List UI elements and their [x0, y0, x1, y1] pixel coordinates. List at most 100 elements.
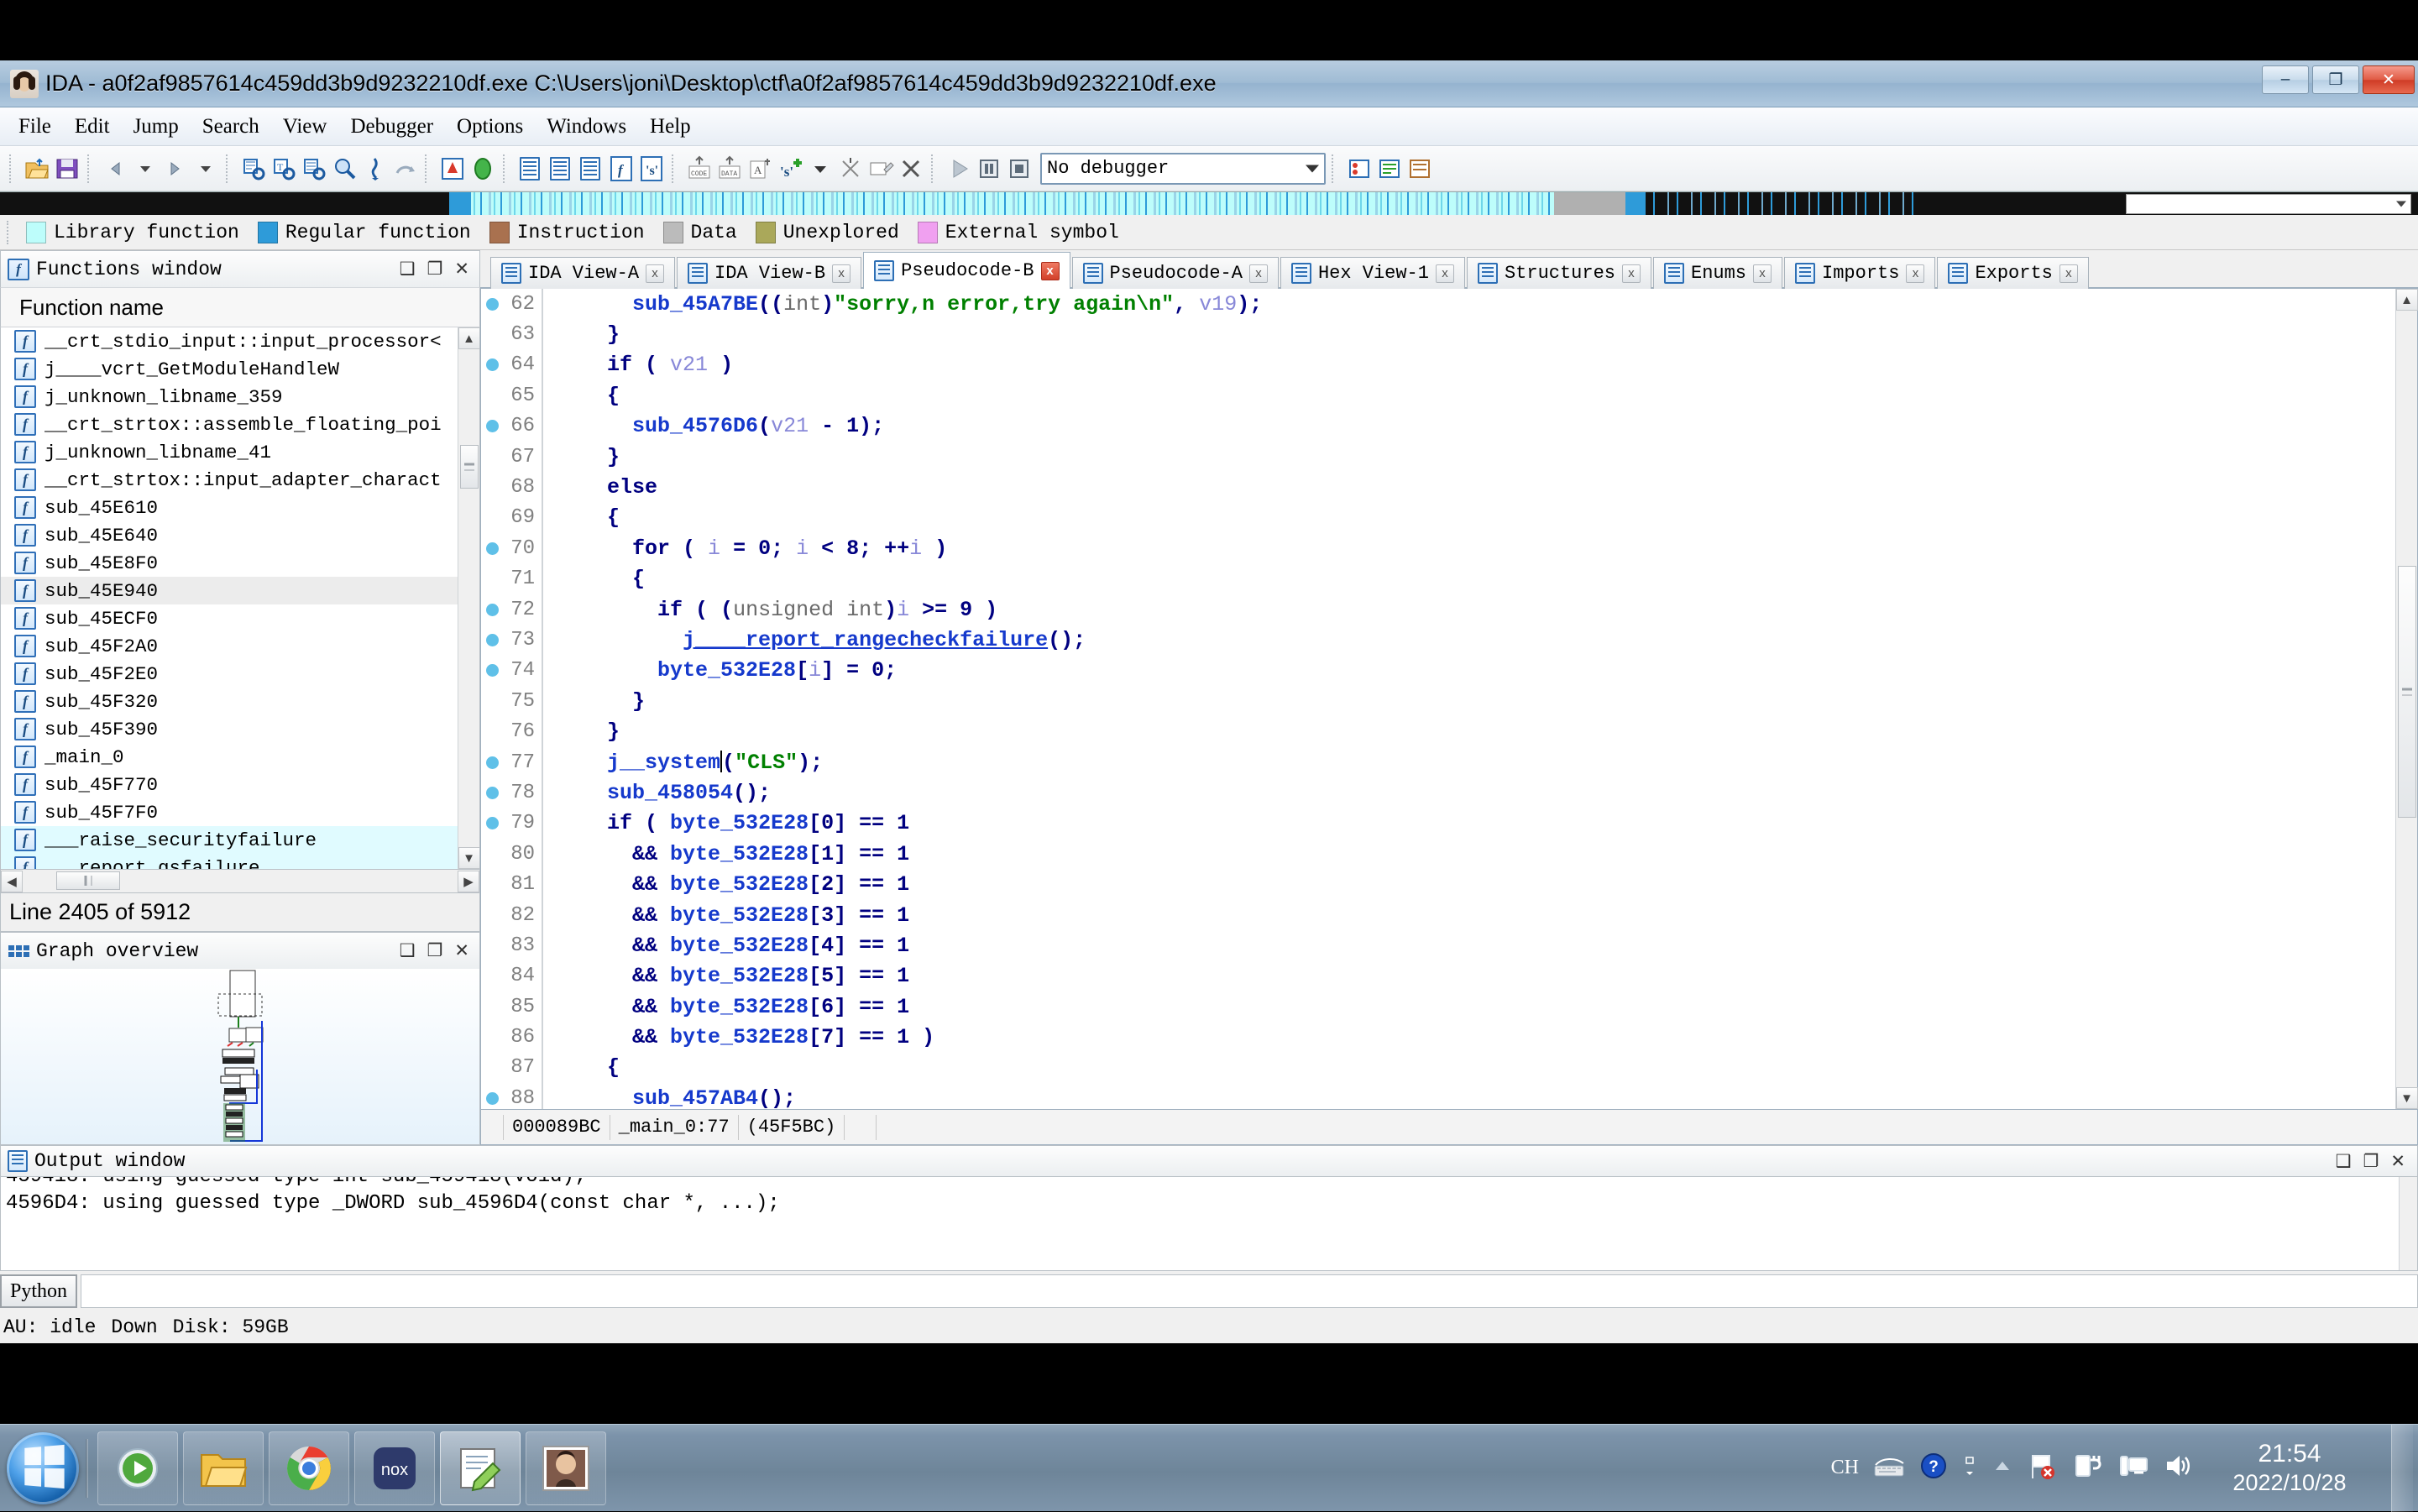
function-list-item[interactable]: f__crt_strtox::input_adapter_charact	[1, 466, 458, 494]
menu-file[interactable]: File	[7, 112, 63, 142]
graph-overview-canvas[interactable]	[0, 969, 480, 1145]
navband-jump-box[interactable]	[2126, 194, 2411, 214]
functions-scroll-left-icon[interactable]: ◀	[1, 871, 23, 892]
ime-indicator[interactable]: CH	[1831, 1457, 1859, 1479]
functions-scroll-right-icon[interactable]: ▶	[458, 871, 479, 892]
forward-arrow-icon[interactable]	[161, 154, 190, 183]
toolbar-grip-5[interactable]	[503, 154, 510, 183]
view-tab[interactable]: IDA View-Bx	[677, 257, 861, 289]
pseudocode-scroll-down-icon[interactable]: ▼	[2396, 1087, 2418, 1109]
functions-vertical-scrollbar[interactable]: ▲ ▼	[458, 327, 479, 869]
breakpoint-marker-icon[interactable]	[481, 664, 503, 677]
function-list-item[interactable]: fj_unknown_libname_41	[1, 438, 458, 466]
code-line[interactable]: 66 sub_4576D6(v21 - 1);	[481, 411, 2395, 442]
function-list-item[interactable]: fsub_45E610	[1, 494, 458, 521]
show-desktop-button[interactable]	[2391, 1425, 2413, 1512]
pseudocode-scroll-thumb[interactable]	[2398, 566, 2416, 818]
output-window-body[interactable]: 459418: using guessed type int sub_45941…	[0, 1177, 2418, 1271]
output-maximize-icon[interactable]: ❑	[2336, 1153, 2352, 1170]
functions-close-icon[interactable]: ✕	[454, 260, 469, 278]
menu-jump[interactable]: Jump	[122, 112, 191, 142]
graph-close-icon[interactable]: ✕	[454, 942, 469, 960]
taskbar-item-chrome[interactable]	[269, 1431, 349, 1505]
code-line[interactable]: 71 {	[481, 564, 2395, 594]
output-close-icon[interactable]: ✕	[2390, 1153, 2405, 1170]
view-tab-close-icon[interactable]: x	[2059, 264, 2078, 283]
view-tab[interactable]: Pseudocode-Ax	[1072, 257, 1279, 289]
taskbar-clock[interactable]: 21:54 2022/10/28	[2210, 1438, 2378, 1498]
search-text-icon[interactable]: T	[270, 154, 298, 183]
code-line[interactable]: 81 && byte_532E28[2] == 1	[481, 869, 2395, 899]
functions-horizontal-scrollbar[interactable]: ◀ ▶	[0, 870, 480, 893]
edit-function-icon[interactable]	[866, 154, 895, 183]
toolbar-grip-6[interactable]	[672, 154, 679, 183]
breakpoint-marker-icon[interactable]	[481, 756, 503, 769]
functions-column-header[interactable]: Function name	[0, 287, 480, 327]
battery-icon[interactable]	[2072, 1452, 2104, 1484]
function-list-item[interactable]: fsub_45E940	[1, 577, 458, 604]
minimize-button[interactable]: –	[2262, 65, 2309, 94]
undefine-icon[interactable]	[836, 154, 865, 183]
breakpoints-icon[interactable]	[1345, 154, 1374, 183]
legend-grip[interactable]	[7, 221, 14, 244]
view-tab[interactable]: Importsx	[1784, 257, 1935, 289]
function-list-item[interactable]: f___report_gsfailure	[1, 854, 458, 869]
code-line[interactable]: 77 j__system("CLS");	[481, 747, 2395, 777]
view-tab-close-icon[interactable]: x	[1906, 264, 1924, 283]
view-tab-close-icon[interactable]: x	[646, 264, 664, 283]
output-scrollbar[interactable]	[2399, 1177, 2417, 1270]
view-tab[interactable]: Structuresx	[1467, 257, 1651, 289]
breakpoint-marker-icon[interactable]	[481, 1092, 503, 1105]
function-list-item[interactable]: fsub_45F7F0	[1, 798, 458, 826]
toolbar-grip-2[interactable]	[87, 154, 95, 183]
tracing-icon[interactable]	[1405, 154, 1434, 183]
view-tab-close-icon[interactable]: x	[1622, 264, 1641, 283]
open-subview-icon[interactable]	[516, 154, 545, 183]
open-file-icon[interactable]	[23, 154, 51, 183]
open-names-icon[interactable]	[547, 154, 575, 183]
functions-scroll-up-icon[interactable]: ▲	[458, 327, 480, 349]
open-strings-icon[interactable]: 's'	[637, 154, 666, 183]
view-tab[interactable]: Exportsx	[1937, 257, 2088, 289]
breakpoint-marker-icon[interactable]	[481, 817, 503, 829]
code-line[interactable]: 68 else	[481, 472, 2395, 502]
toolbar-grip-4[interactable]	[425, 154, 432, 183]
view-tab-close-icon[interactable]: x	[1249, 264, 1268, 283]
navigation-band[interactable]	[0, 191, 2418, 215]
make-string-dropdown-icon[interactable]	[806, 154, 835, 183]
breakpoint-marker-icon[interactable]	[481, 542, 503, 555]
breakpoint-marker-icon[interactable]	[481, 420, 503, 432]
make-code-icon[interactable]: CODE	[685, 154, 714, 183]
help-icon[interactable]: ?	[1919, 1452, 1948, 1484]
code-line[interactable]: 67 }	[481, 442, 2395, 472]
view-tab[interactable]: Pseudocode-Bx	[863, 252, 1070, 289]
code-line[interactable]: 74 byte_532E28[i] = 0;	[481, 656, 2395, 686]
taskbar-item-ida[interactable]	[440, 1431, 521, 1505]
function-list-item[interactable]: fj____vcrt_GetModuleHandleW	[1, 355, 458, 383]
watch-icon[interactable]	[1375, 154, 1404, 183]
function-list-item[interactable]: fsub_45ECF0	[1, 604, 458, 632]
menu-help[interactable]: Help	[638, 112, 703, 142]
graph-view-icon[interactable]	[438, 154, 467, 183]
toolbar-grip-8[interactable]	[1332, 154, 1339, 183]
run-icon[interactable]	[468, 154, 497, 183]
function-list-item[interactable]: fsub_45F770	[1, 771, 458, 798]
view-tab[interactable]: Hex View-1x	[1280, 257, 1465, 289]
breakpoint-marker-icon[interactable]	[481, 787, 503, 799]
view-tab-close-icon[interactable]: x	[1436, 264, 1454, 283]
function-list-item[interactable]: fsub_45F320	[1, 688, 458, 715]
debugger-selector[interactable]: No debugger	[1040, 153, 1326, 185]
pseudocode-text-area[interactable]: 62 sub_45A7BE((int)"sorry,n error,try ag…	[481, 289, 2395, 1109]
code-line[interactable]: 83 && byte_532E28[4] == 1	[481, 930, 2395, 960]
function-list-item[interactable]: f___raise_securityfailure	[1, 826, 458, 854]
debugger-stop-icon[interactable]	[1005, 154, 1034, 183]
pseudocode-vertical-scrollbar[interactable]: ▲ ▼	[2395, 289, 2417, 1109]
back-dropdown-icon[interactable]	[131, 154, 160, 183]
functions-scroll-thumb[interactable]	[460, 445, 479, 489]
code-line[interactable]: 62 sub_45A7BE((int)"sorry,n error,try ag…	[481, 289, 2395, 319]
functions-scroll-down-icon[interactable]: ▼	[458, 847, 480, 869]
breakpoint-marker-icon[interactable]	[481, 604, 503, 616]
view-tab[interactable]: Enumsx	[1653, 257, 1782, 289]
functions-maximize-icon[interactable]: ❑	[400, 260, 416, 278]
functions-list[interactable]: f__crt_stdio_input::input_processor<fj__…	[1, 327, 458, 869]
